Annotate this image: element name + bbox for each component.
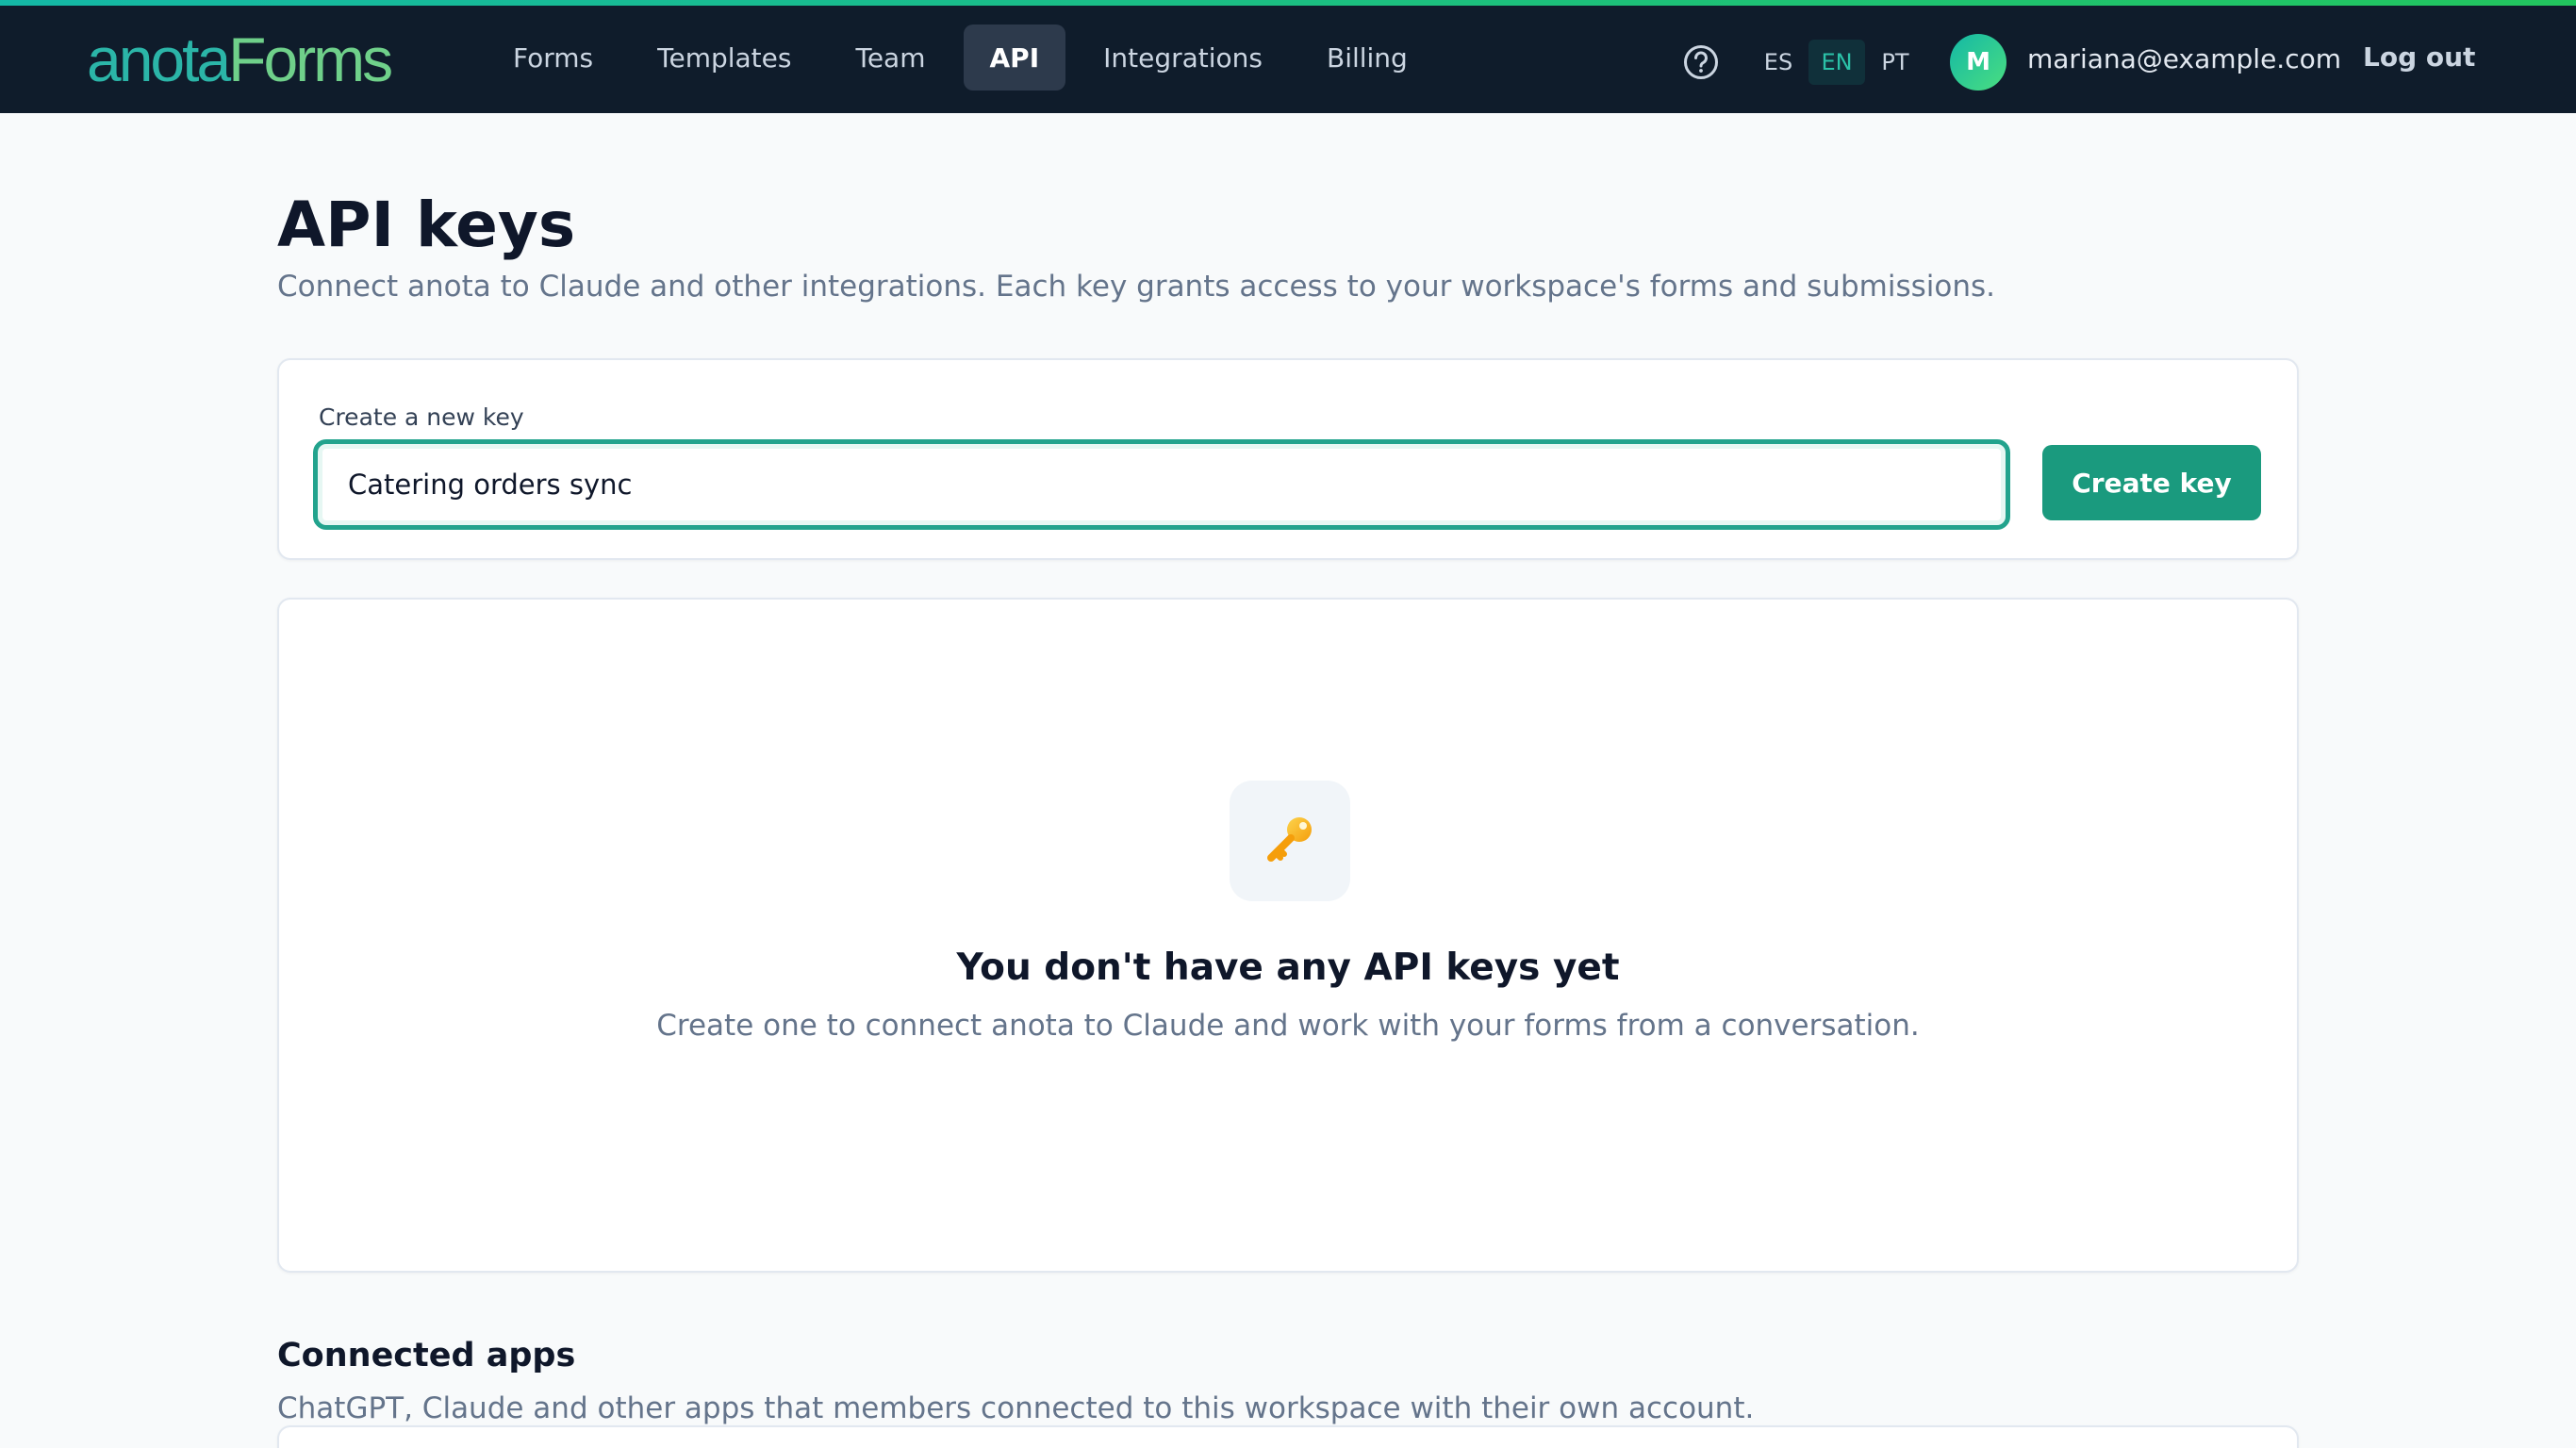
connected-apps-title: Connected apps (277, 1337, 576, 1374)
nav-item-templates[interactable]: Templates (631, 25, 817, 90)
nav-item-api[interactable]: API (963, 25, 1066, 90)
language-en[interactable]: EN (1808, 40, 1865, 85)
create-key-label: Create a new key (319, 403, 524, 431)
create-key-card: Create a new key Create key (277, 358, 2299, 560)
create-key-button[interactable]: Create key (2042, 445, 2261, 520)
page-title: API keys (277, 189, 576, 261)
empty-state-card: You don't have any API keys yet Create o… (277, 598, 2299, 1273)
top-navigation-bar: anotaForms Forms Templates Team API Inte… (0, 6, 2576, 113)
key-name-input[interactable] (313, 439, 2010, 530)
nav-item-billing[interactable]: Billing (1300, 25, 1434, 90)
user-email: mariana@example.com (2027, 43, 2342, 74)
nav-item-team[interactable]: Team (829, 25, 951, 90)
brand-logo[interactable]: anotaForms (87, 25, 393, 94)
connected-apps-description: ChatGPT, Claude and other apps that memb… (277, 1391, 1755, 1425)
page-subtitle: Connect anota to Claude and other integr… (277, 270, 1995, 304)
user-avatar[interactable]: M (1950, 34, 2006, 90)
nav-item-integrations[interactable]: Integrations (1077, 25, 1289, 90)
empty-state-title: You don't have any API keys yet (956, 946, 1620, 989)
language-es[interactable]: ES (1756, 40, 1801, 85)
key-icon (1230, 781, 1350, 901)
logout-button[interactable]: Log out (2363, 41, 2475, 73)
brand-logo-part2: Forms (228, 25, 393, 94)
nav-item-forms[interactable]: Forms (487, 25, 619, 90)
language-pt[interactable]: PT (1873, 40, 1918, 85)
brand-logo-part1: anota (87, 25, 231, 94)
empty-state-description: Create one to connect anota to Claude an… (656, 1009, 1920, 1043)
main-nav: Forms Templates Team API Integrations Bi… (487, 25, 1445, 90)
question-circle-icon[interactable] (1682, 43, 1720, 81)
connected-apps-card (277, 1425, 2299, 1448)
